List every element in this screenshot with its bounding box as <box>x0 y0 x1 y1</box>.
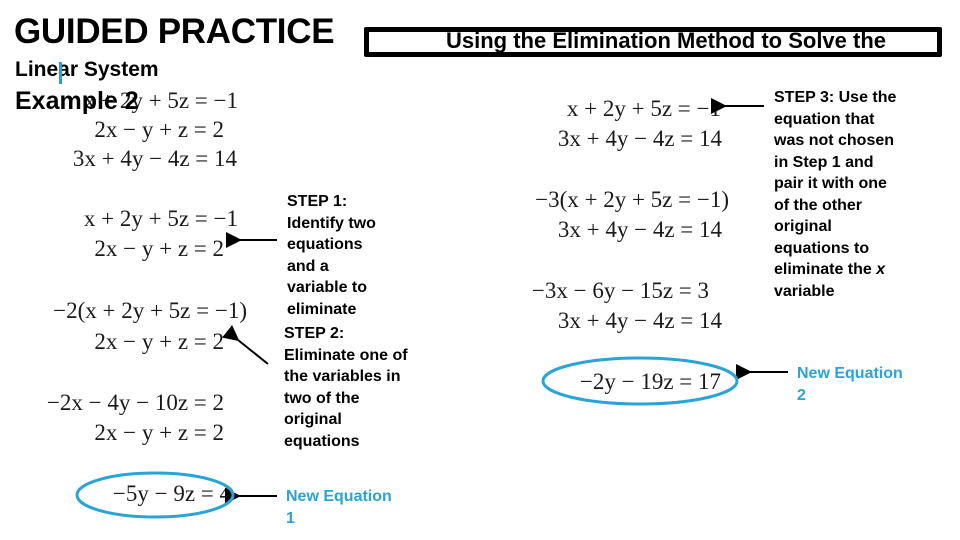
step2-paired-equation-again: 2x − y + z = 2 <box>94 420 224 445</box>
step3-multiplied-equation: −3(x + 2y + 5z = −1) <box>535 187 729 212</box>
step2-arrow <box>222 325 269 365</box>
step3-paired-equation: 3x + 4y − 4z = 14 <box>557 217 722 242</box>
banner-text: Using the Elimination Method to Solve th… <box>446 28 887 53</box>
subtitle-linear-system: Linear System <box>15 58 159 81</box>
step2-expanded-equation: −2x − 4y − 10z = 2 <box>46 390 224 415</box>
step1-equation-a: x + 2y + 5z = −1 <box>83 206 238 231</box>
step3-text-start: STEP 3: Use the equation that was not ch… <box>774 89 897 278</box>
step3-instructions: STEP 3: Use the equation that was not ch… <box>774 87 896 302</box>
step3-equation-a: x + 2y + 5z = −1 <box>566 96 721 121</box>
step3-variable: x <box>876 261 886 278</box>
subtitle-example: Example 2 <box>15 87 139 115</box>
step3-paired-equation-again: 3x + 4y − 4z = 14 <box>557 308 722 333</box>
step3-expanded-equation: −3x − 6y − 15z = 3 <box>531 278 709 303</box>
new-equation-1-label: New Equation 1 <box>286 488 392 527</box>
new-equation-2-label: New Equation 2 <box>797 365 903 404</box>
step2-instructions: STEP 2: Eliminate one of the variables i… <box>284 325 408 450</box>
step2-paired-equation: 2x − y + z = 2 <box>94 329 224 354</box>
step1-equation-b: 2x − y + z = 2 <box>94 236 224 261</box>
step2-multiplied-equation: −2(x + 2y + 5z = −1) <box>53 298 247 323</box>
system-equation-2: 2x − y + z = 2 <box>94 117 224 142</box>
system-equation-3: 3x + 4y − 4z = 14 <box>72 146 237 171</box>
new-equation-2: −2y − 19z = 17 <box>579 369 721 394</box>
page-title: GUIDED PRACTICE <box>14 12 335 51</box>
new-equation-1: −5y − 9z = 4 <box>112 481 231 506</box>
step1-instructions: STEP 1: Identify two equations and a var… <box>287 193 376 318</box>
step3-text-end: variable <box>774 282 835 300</box>
step3-equation-b: 3x + 4y − 4z = 14 <box>557 126 722 151</box>
text-cursor <box>59 62 62 84</box>
